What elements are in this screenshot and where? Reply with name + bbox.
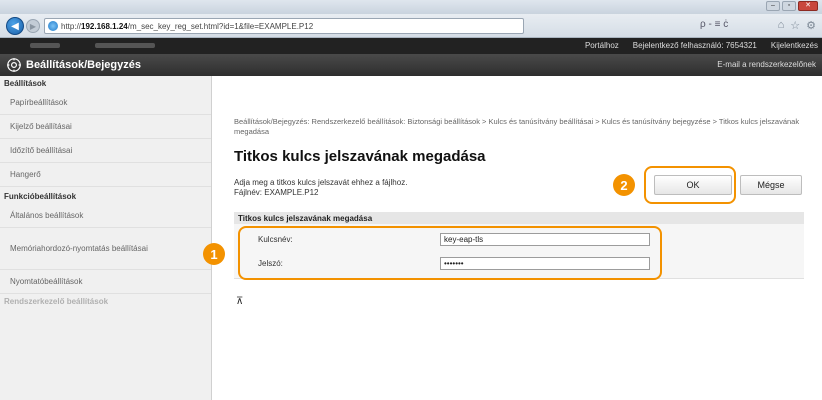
sidebar: Beállítások Papírbeállítások Kijelző beá… [0,76,212,400]
back-arrow-icon[interactable]: ◀ [6,17,24,35]
close-window-button[interactable]: ✕ [798,1,818,11]
address-prefix: http:// [61,21,82,31]
forward-arrow-icon[interactable]: ▶ [26,19,40,33]
address-tools[interactable]: ρ - ≡ ċ [700,19,728,30]
sidebar-item-media-print[interactable]: Memóriahordozó-nyomtatás beállításai [0,228,211,270]
device-name [95,43,155,48]
callout-ring-form [238,226,662,280]
callout-ring-ok [644,166,736,204]
sidebar-item-paper[interactable]: Papírbeállítások [0,91,211,115]
header-title: Beállítások/Bejegyzés [26,59,141,71]
address-bar[interactable]: http://192.168.1.24/m_sec_key_reg_set.ht… [44,18,524,34]
page-top-icon[interactable]: ⊼ [236,296,243,307]
window-controls: – ▫ ✕ [766,1,818,11]
sidebar-item-printer[interactable]: Nyomtatóbeállítások [0,270,211,294]
gear-icon[interactable]: ⚙ [806,19,816,32]
browser-nav-bar: ◀ ▶ http://192.168.1.24/m_sec_key_reg_se… [0,14,822,38]
top-links: Portálhoz Bejelentkező felhasználó: 7654… [585,41,818,50]
sidebar-heading-admin[interactable]: Rendszerkezelő beállítások [0,294,211,309]
address-path: /m_sec_key_reg_set.html?id=1&file=EXAMPL… [127,21,314,31]
window-title-bar: – ▫ ✕ [0,0,822,14]
instruction-block: Adja meg a titkos kulcs jelszavát ehhez … [234,178,407,198]
page-header-bar: Beállítások/Bejegyzés E-mail a rendszerk… [0,54,822,76]
callout-badge-2: 2 [613,174,635,196]
sidebar-heading-functions[interactable]: Funkcióbeállítások [0,189,211,204]
favorites-star-icon[interactable]: ☆ [790,19,800,32]
logged-in-user: Bejelentkező felhasználó: 7654321 [632,41,757,50]
page-title: Titkos kulcs jelszavának megadása [234,148,486,165]
maximize-button[interactable]: ▫ [782,1,796,11]
callout-badge-1: 1 [203,243,225,265]
sidebar-item-display[interactable]: Kijelző beállításai [0,115,211,139]
logout-link[interactable]: Kijelentkezés [771,41,818,50]
filename-text: Fájlnév: EXAMPLE.P12 [234,188,319,197]
settings-gear-icon [7,58,21,72]
portal-link[interactable]: Portálhoz [585,41,619,50]
ie-page-icon [48,21,58,31]
section-header: Titkos kulcs jelszavának megadása [234,212,804,224]
search-refresh-icons[interactable]: ρ - ≡ ċ [700,19,728,30]
browser-toolbar-icons: ⌂ ☆ ⚙ [778,19,816,32]
address-host: 192.168.1.24 [81,21,128,31]
app-top-bar: Portálhoz Bejelentkező felhasználó: 7654… [0,38,822,54]
sidebar-heading-settings[interactable]: Beállítások [0,76,211,91]
home-icon[interactable]: ⌂ [778,19,785,32]
device-logo [30,43,60,48]
cancel-button[interactable]: Mégse [740,175,802,195]
sidebar-item-timer[interactable]: Időzítő beállításai [0,139,211,163]
instruction-text: Adja meg a titkos kulcs jelszavát ehhez … [234,178,408,187]
breadcrumb: Beállítások/Bejegyzés: Rendszerkezelő be… [234,117,800,136]
minimize-button[interactable]: – [766,1,780,11]
sidebar-item-volume[interactable]: Hangerő [0,163,211,187]
mail-admin-link[interactable]: E-mail a rendszerkezelőnek [717,60,816,69]
sidebar-item-general[interactable]: Általános beállítások [0,204,211,228]
